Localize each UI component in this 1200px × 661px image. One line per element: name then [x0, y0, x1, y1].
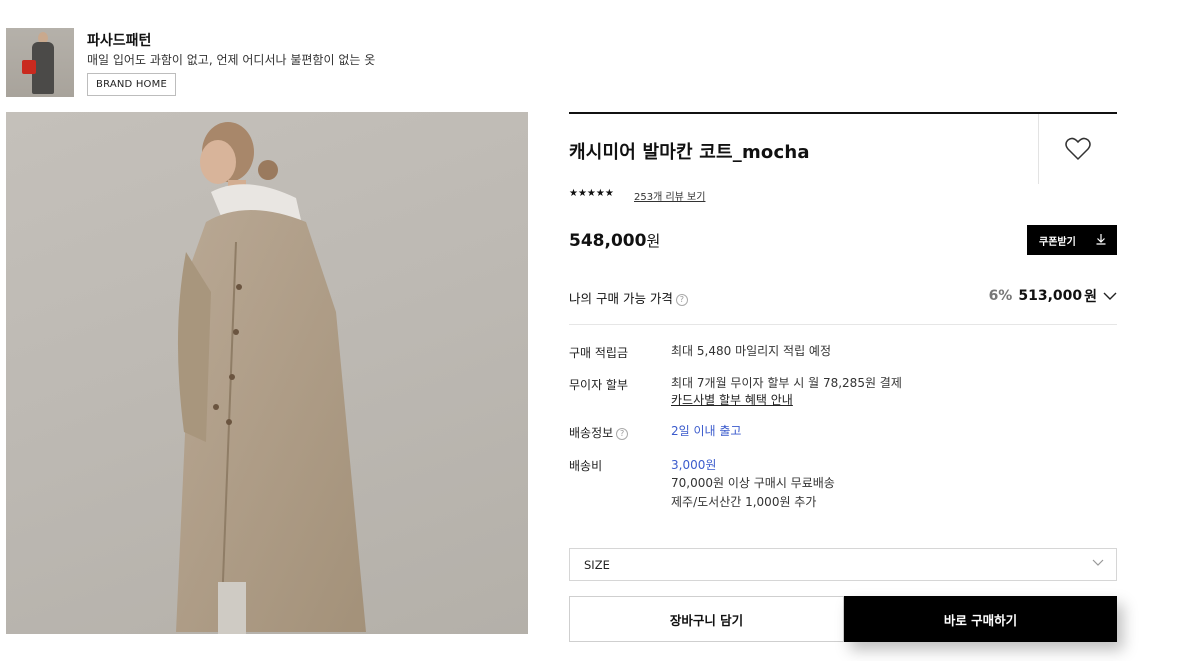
coat-illustration — [176, 122, 366, 634]
installment-value: 최대 7개월 무이자 할부 시 월 78,285원 결제 — [671, 376, 902, 390]
help-icon[interactable]: ? — [675, 294, 688, 306]
my-price-summary[interactable]: 6% 513,000 원 — [989, 286, 1117, 306]
shipping-fee-value: 3,000원 — [671, 458, 717, 472]
my-price-label: 나의 구매 가능 가격? — [569, 288, 688, 307]
shipping-label-text: 배송정보 — [569, 426, 614, 440]
shipping-value: 2일 이내 출고 — [671, 424, 742, 438]
add-to-cart-button[interactable]: 장바구니 담기 — [569, 596, 844, 642]
brand-name[interactable]: 파사드패턴 — [87, 30, 151, 50]
title-top-rule — [569, 112, 1117, 114]
download-icon — [1096, 234, 1106, 245]
product-photo — [6, 112, 528, 634]
heart-icon — [1065, 137, 1091, 161]
points-value: 최대 5,480 마일리지 적립 예정 — [671, 344, 832, 358]
my-price-amount: 513,000 — [1018, 288, 1083, 304]
thumb-red-bag — [22, 60, 36, 74]
price-unit: 원 — [646, 232, 661, 250]
chevron-down-icon — [1103, 292, 1117, 300]
coupon-button[interactable]: 쿠폰받기 — [1027, 225, 1117, 255]
points-label: 구매 적립금 — [569, 346, 629, 360]
shipping-fee-note-island: 제주/도서산간 1,000원 추가 — [671, 495, 817, 509]
title-divider — [1038, 114, 1039, 184]
rating-stars: ★★★★★ — [569, 188, 614, 199]
price-amount: 548,000 — [569, 231, 647, 251]
installment-card-link[interactable]: 카드사별 할부 혜택 안내 — [671, 392, 793, 409]
size-select-placeholder: SIZE — [584, 557, 610, 572]
product-price: 548,000원 — [569, 230, 660, 251]
shipping-fee-note-free: 70,000원 이상 구매시 무료배송 — [671, 476, 835, 490]
buy-now-button[interactable]: 바로 구매하기 — [844, 596, 1117, 642]
my-price-unit: 원 — [1084, 289, 1097, 305]
brand-slogan: 매일 입어도 과함이 없고, 언제 어디서나 불편함이 없는 옷 — [87, 53, 376, 67]
my-price-label-text: 나의 구매 가능 가격 — [569, 291, 673, 306]
chevron-down-icon — [1092, 559, 1104, 566]
installment-label: 무이자 할부 — [569, 378, 629, 392]
hair-bun — [258, 160, 278, 180]
shipping-fee-label: 배송비 — [569, 459, 603, 473]
brand-thumbnail[interactable] — [6, 28, 74, 97]
shipping-label: 배송정보? — [569, 424, 629, 441]
face — [200, 140, 236, 184]
brand-home-button[interactable]: BRAND HOME — [87, 73, 176, 96]
coupon-button-label: 쿠폰받기 — [1039, 236, 1076, 248]
product-title: 캐시미어 발마칸 코트_mocha — [569, 142, 810, 163]
size-select[interactable]: SIZE — [569, 548, 1117, 581]
my-price-discount-rate: 6% — [988, 288, 1013, 304]
shipping-help-icon[interactable]: ? — [616, 428, 629, 440]
review-link[interactable]: 253개 리뷰 보기 — [634, 188, 705, 203]
wishlist-button[interactable] — [1064, 135, 1092, 163]
section-divider — [569, 324, 1117, 325]
